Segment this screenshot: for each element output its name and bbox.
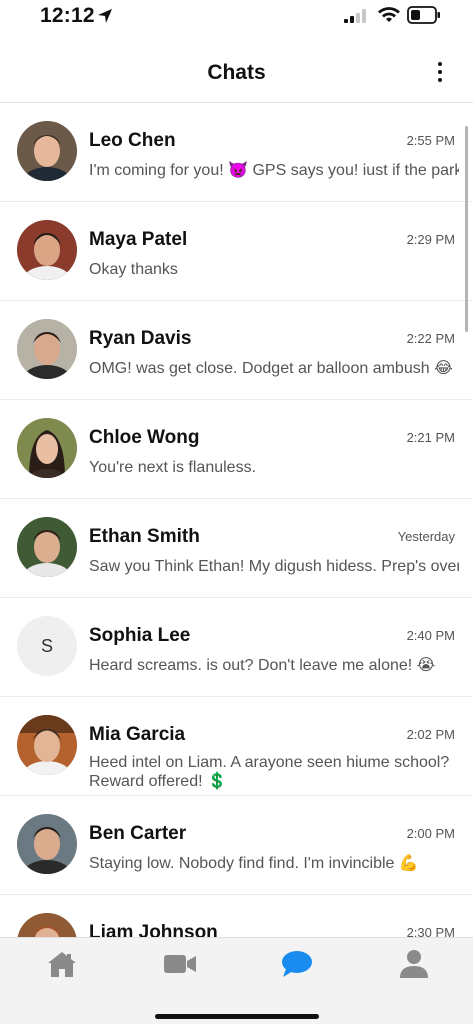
page-title: Chats [207, 61, 266, 84]
chat-time: 2:02 PM [406, 727, 455, 742]
chat-row-ryan-davis[interactable]: Ryan Davis 2:22 PM OMG! was get close. D… [0, 301, 473, 400]
chat-row-maya-patel[interactable]: Maya Patel 2:29 PM Okay thanks [0, 202, 473, 301]
chat-time: 2:29 PM [406, 232, 455, 247]
chat-name: Sophia Lee [89, 625, 191, 646]
status-bar: 12:12 [0, 0, 473, 34]
bottom-tab-bar [0, 937, 473, 1024]
chat-name: Ryan Davis [89, 328, 192, 349]
tab-video[interactable] [160, 948, 200, 980]
chats-screen: 12:12 Chats Leo Chen 2:55 PM I'm coming … [0, 0, 473, 1024]
chat-preview: Heard screams. is out? Don't leave me al… [89, 657, 436, 674]
chat-row-ethan-smith[interactable]: Ethan Smith Yesterday Saw you Think Etha… [0, 499, 473, 598]
cellular-signal-icon [344, 9, 366, 23]
more-dot-icon [438, 78, 442, 82]
chat-preview: Okay thanks [89, 261, 178, 278]
location-arrow-icon [98, 9, 112, 23]
avatar-initial: S [17, 616, 77, 676]
chat-time: 2:00 PM [406, 826, 455, 841]
home-indicator [155, 1014, 319, 1019]
chat-row-mia-garcia[interactable]: Mia Garcia 2:02 PM Heed intel on Liam. A… [0, 697, 473, 796]
chat-row-leo-chen[interactable]: Leo Chen 2:55 PM I'm coming for you! 👿 G… [0, 103, 473, 202]
chat-preview: OMG! was get close. Dodget ar balloon am… [89, 360, 453, 377]
profile-icon [400, 950, 428, 978]
avatar [17, 913, 77, 937]
status-time: 12:12 [40, 4, 95, 27]
avatar [17, 814, 77, 874]
chat-name: Ethan Smith [89, 526, 200, 547]
more-dot-icon [438, 70, 442, 74]
battery-icon [407, 6, 440, 24]
wifi-icon [378, 7, 400, 22]
chat-time: 2:30 PM [406, 925, 455, 937]
chat-preview: I'm coming for you! 👿 GPS says you! iust… [89, 162, 459, 179]
chat-name: Ben Carter [89, 823, 187, 844]
chat-row-sophia-lee[interactable]: S Sophia Lee 2:40 PM Heard screams. is o… [0, 598, 473, 697]
tab-chats[interactable] [277, 948, 317, 980]
home-icon [48, 952, 76, 977]
more-options-button[interactable] [433, 60, 447, 86]
chat-bubble-icon [282, 951, 312, 977]
chat-row-chloe-wong[interactable]: Chloe Wong 2:21 PM You're next is flanul… [0, 400, 473, 499]
chat-preview: Saw you Think Ethan! My digush hidess. P… [89, 558, 459, 575]
chat-name: Liam Johnson [89, 922, 218, 937]
avatar [17, 220, 77, 280]
chat-name: Leo Chen [89, 130, 176, 151]
avatar [17, 319, 77, 379]
chat-row-liam-johnson[interactable]: Liam Johnson 2:30 PM [0, 895, 473, 937]
scrollbar[interactable] [465, 126, 468, 332]
chat-name: Maya Patel [89, 229, 188, 250]
video-icon [164, 955, 196, 973]
more-dot-icon [438, 62, 442, 66]
chat-time: 2:40 PM [406, 628, 455, 643]
chat-list[interactable]: Leo Chen 2:55 PM I'm coming for you! 👿 G… [0, 103, 473, 937]
chat-time: 2:55 PM [406, 133, 455, 148]
avatar [17, 418, 77, 478]
chat-row-ben-carter[interactable]: Ben Carter 2:00 PM Staying low. Nobody f… [0, 796, 473, 895]
chat-preview: Staying low. Nobody find find. I'm invin… [89, 855, 419, 872]
chat-time: Yesterday [397, 529, 455, 544]
chat-name: Chloe Wong [89, 427, 200, 448]
chat-time: 2:22 PM [406, 331, 455, 346]
chat-preview: Heed intel on Liam. A arayone seen hiume… [89, 754, 450, 790]
chat-name: Mia Garcia [89, 724, 186, 745]
tab-profile[interactable] [394, 948, 434, 980]
avatar [17, 121, 77, 181]
chat-preview: You're next is flanuless. [89, 459, 257, 476]
avatar [17, 517, 77, 577]
app-header: Chats [0, 44, 473, 103]
chat-time: 2:21 PM [406, 430, 455, 445]
avatar [17, 715, 77, 775]
tab-home[interactable] [42, 948, 82, 980]
